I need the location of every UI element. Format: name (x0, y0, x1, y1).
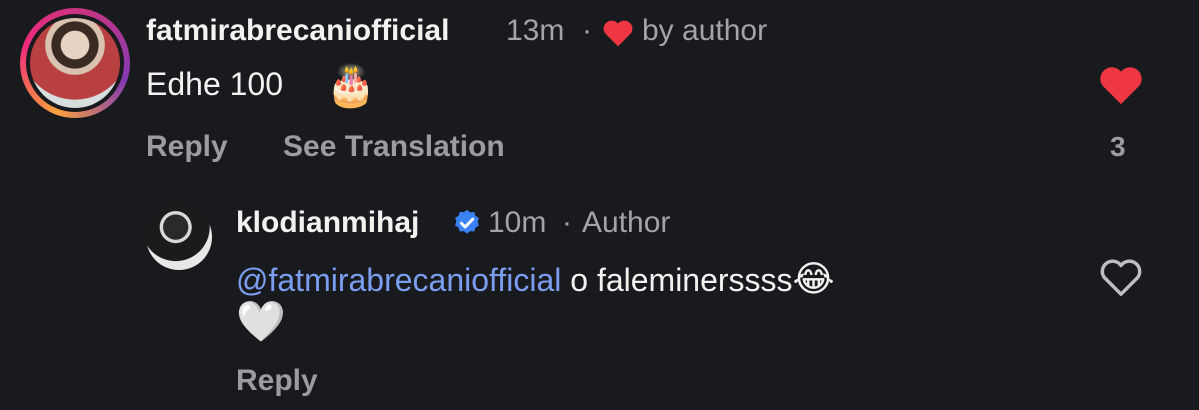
like-heart-outline-icon[interactable] (1098, 256, 1144, 298)
reply-username[interactable]: klodianmihaj (236, 206, 419, 240)
laughing-emoji: 😂 (792, 258, 835, 299)
reply-meta-separator: · (562, 206, 572, 239)
verified-badge-icon (455, 209, 479, 234)
avatar-story-ring[interactable] (20, 8, 130, 118)
reply-button[interactable]: Reply (146, 130, 228, 164)
reply-button[interactable]: Reply (236, 364, 318, 398)
see-translation-button[interactable]: See Translation (283, 130, 505, 164)
comment-username[interactable]: fatmirabrecaniofficial (146, 14, 449, 48)
mention-link[interactable]: @fatmirabrecaniofficial (236, 262, 561, 298)
liked-heart-icon (603, 20, 633, 47)
liked-by-author-label: by author (642, 14, 768, 47)
meta-separator: · (582, 14, 592, 47)
white-heart-emoji: 🤍 (236, 300, 286, 344)
birthday-cake-emoji: 🎂 (326, 64, 376, 108)
comment-text: Edhe 100 (146, 66, 284, 102)
author-tag: Author (582, 206, 671, 239)
like-count: 3 (1110, 131, 1126, 162)
like-heart-icon[interactable] (1098, 64, 1144, 106)
avatar[interactable] (30, 18, 120, 108)
reply-message: o faleminerssss (561, 262, 793, 298)
reply-time: 10m (488, 206, 547, 239)
reply-avatar[interactable] (146, 204, 212, 270)
reply-text: @fatmirabrecaniofficial o faleminerssss😂 (236, 258, 835, 300)
comment-time: 13m (506, 14, 565, 47)
